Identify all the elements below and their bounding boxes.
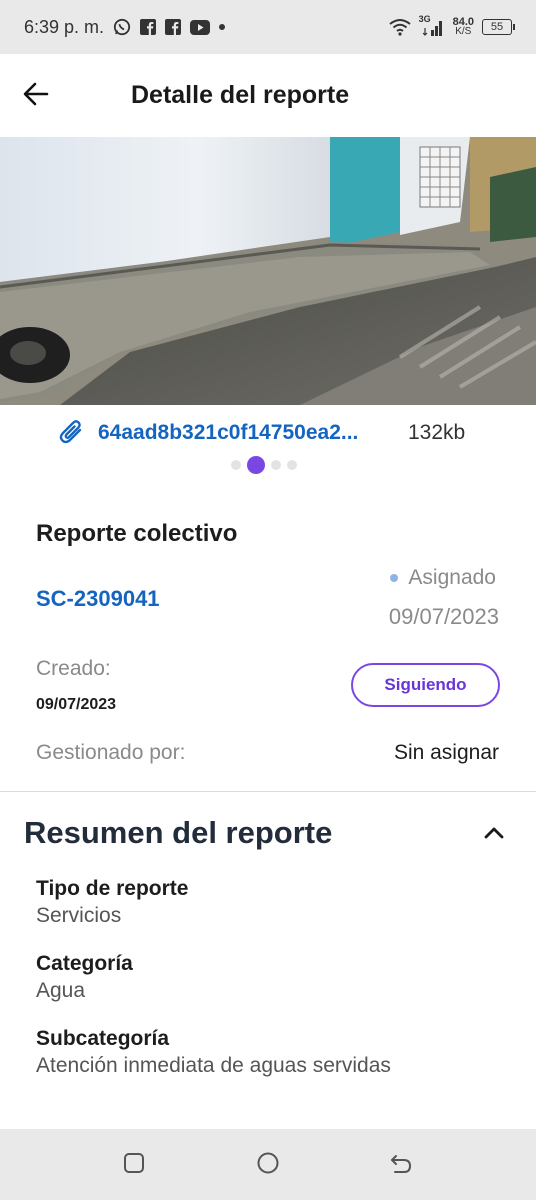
managed-by-label: Gestionado por: [36, 741, 186, 764]
carousel-dot[interactable] [287, 460, 297, 470]
arrow-left-icon [22, 80, 50, 113]
network-type: 3G [418, 14, 431, 24]
carousel-dot-active[interactable] [247, 456, 265, 474]
summary-title: Resumen del reporte [24, 815, 333, 850]
field-value: Servicios [36, 904, 122, 927]
youtube-icon [190, 19, 211, 35]
back-arrow-icon [389, 1151, 413, 1180]
battery-level: 55 [490, 21, 504, 33]
square-icon [122, 1151, 146, 1180]
following-button[interactable]: Siguiendo [351, 663, 500, 707]
status-dot-icon [390, 574, 399, 582]
attachment-file-name[interactable]: 64aad8b321c0f14750ea2... [98, 421, 358, 445]
report-code[interactable]: SC-2309041 [36, 586, 160, 612]
battery-icon: 55 [482, 19, 515, 35]
chevron-up-icon [483, 826, 505, 845]
summary-field-report-type: Tipo de reporte Servicios [36, 877, 188, 928]
report-type: Reporte colectivo [36, 520, 238, 547]
whatsapp-icon [113, 18, 131, 36]
field-label: Tipo de reporte [36, 877, 189, 900]
app-header: Detalle del reporte [0, 54, 536, 138]
facebook-icon [165, 19, 182, 35]
carousel-indicator [231, 456, 297, 474]
managed-by-value: Sin asignar [393, 741, 499, 764]
wifi-icon [388, 18, 411, 36]
recent-apps-button[interactable] [121, 1152, 147, 1178]
page-title: Detalle del reporte [131, 81, 350, 109]
attachment-file-size: 132kb [408, 421, 466, 444]
back-button[interactable] [20, 80, 52, 112]
carousel-dot[interactable] [231, 460, 241, 470]
status-time: 6:39 p. m. [24, 16, 105, 37]
home-button[interactable] [255, 1152, 281, 1178]
divider [0, 791, 536, 792]
field-value: Atención inmediata de aguas servidas [36, 1054, 391, 1077]
report-status: Asignado [390, 566, 496, 590]
summary-field-category: Categoría Agua [36, 952, 133, 1003]
back-nav-button[interactable] [388, 1152, 414, 1178]
report-photo[interactable] [0, 137, 536, 405]
speed-unit: K/S [455, 26, 472, 37]
created-date: 09/07/2023 [36, 696, 117, 713]
field-label: Categoría [36, 952, 133, 975]
network-speed: 84.0 K/S [453, 17, 474, 37]
summary-field-subcategory: Subcategoría Atención inmediata de aguas… [36, 1027, 391, 1078]
paperclip-icon [58, 418, 86, 451]
created-label: Creado: [36, 657, 111, 680]
attachment-row[interactable]: 64aad8b321c0f14750ea2... 132kb [0, 418, 536, 448]
status-label: Asignado [408, 566, 496, 589]
signal-icon: 3G [419, 14, 445, 36]
circle-icon [256, 1151, 280, 1180]
dot-icon [219, 24, 226, 30]
status-bar: 6:39 p. m. 3G 84.0 K/S 55 [0, 0, 536, 54]
status-date: 09/07/2023 [388, 604, 499, 629]
field-value: Agua [36, 979, 86, 1002]
collapse-summary-button[interactable] [480, 821, 508, 849]
system-nav-bar [0, 1129, 536, 1200]
carousel-dot[interactable] [271, 460, 281, 470]
facebook-icon [140, 19, 157, 35]
field-label: Subcategoría [36, 1027, 170, 1050]
